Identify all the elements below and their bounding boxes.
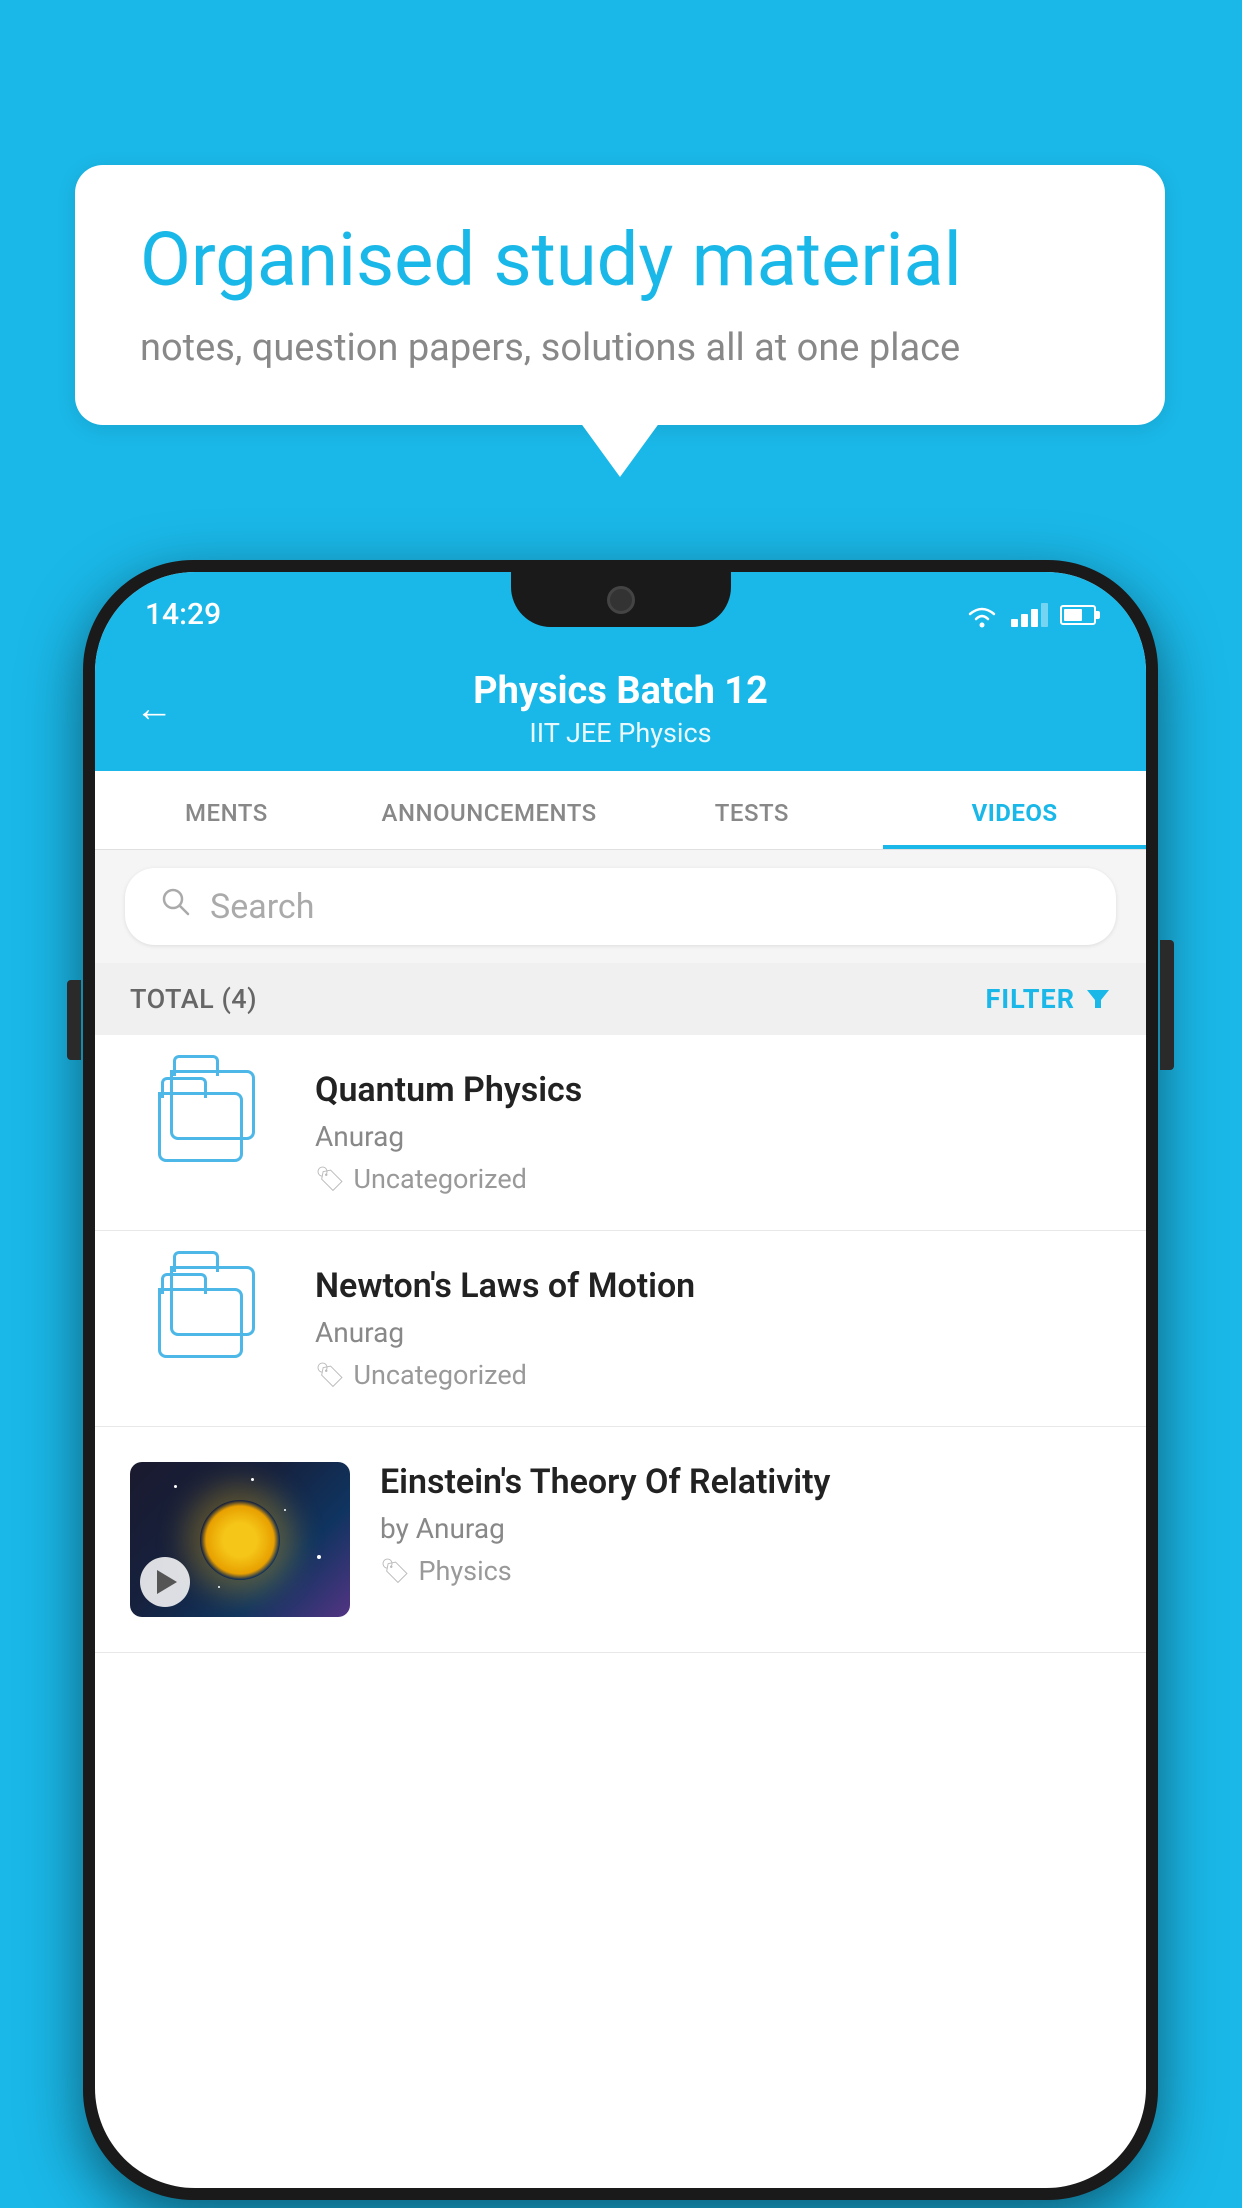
video-thumb-1 [130,1070,285,1165]
video-author: Anurag [315,1316,1111,1349]
video-title: Quantum Physics [315,1070,1111,1110]
video-author: Anurag [315,1120,1111,1153]
tag-icon: 🏷 [315,1165,345,1193]
battery-icon [1060,605,1096,625]
video-thumb-2 [130,1266,285,1361]
play-triangle-icon [157,1570,177,1594]
video-info-1: Quantum Physics Anurag 🏷 Uncategorized [315,1070,1111,1195]
video-list: Quantum Physics Anurag 🏷 Uncategorized [95,1035,1146,1653]
phone-outer: 14:29 [83,560,1158,2200]
video-title: Einstein's Theory Of Relativity [380,1462,1111,1502]
video-info-3: Einstein's Theory Of Relativity by Anura… [380,1462,1111,1587]
tab-bar: MENTS ANNOUNCEMENTS TESTS VIDEOS [95,771,1146,850]
phone-mockup: 14:29 [83,560,1158,2200]
folder-icon [158,1266,258,1361]
bubble-title: Organised study material [140,220,1100,301]
header-title: Physics Batch 12 [473,669,768,713]
list-item[interactable]: Einstein's Theory Of Relativity by Anura… [95,1427,1146,1653]
phone-inner: 14:29 [95,572,1146,2188]
filter-funnel-icon [1085,986,1111,1012]
search-container: Search [95,850,1146,963]
header-title-group: Physics Batch 12 IIT JEE Physics [473,669,768,749]
video-tag: 🏷 Uncategorized [315,1163,1111,1195]
tab-tests[interactable]: TESTS [621,771,884,849]
phone-notch [511,572,731,627]
video-tag: 🏷 Physics [380,1555,1111,1587]
video-tag: 🏷 Uncategorized [315,1359,1111,1391]
folder-icon [158,1070,258,1165]
tag-icon: 🏷 [380,1557,410,1585]
list-item[interactable]: Quantum Physics Anurag 🏷 Uncategorized [95,1035,1146,1231]
list-item[interactable]: Newton's Laws of Motion Anurag 🏷 Uncateg… [95,1231,1146,1427]
status-time: 14:29 [145,597,221,632]
play-button[interactable] [140,1557,190,1607]
search-icon [160,886,192,927]
filter-bar: TOTAL (4) FILTER [95,963,1146,1035]
bubble-subtitle: notes, question papers, solutions all at… [140,326,1100,370]
tab-announcements[interactable]: ANNOUNCEMENTS [358,771,621,849]
status-icons [965,602,1096,628]
total-count: TOTAL (4) [130,983,257,1015]
video-author: by Anurag [380,1512,1111,1545]
tag-icon: 🏷 [315,1361,345,1389]
tab-ments[interactable]: MENTS [95,771,358,849]
signal-icon [1011,603,1048,627]
filter-button[interactable]: FILTER [985,983,1111,1015]
app-header: ← Physics Batch 12 IIT JEE Physics [95,647,1146,771]
search-placeholder: Search [210,887,314,927]
header-subtitle: IIT JEE Physics [473,717,768,749]
camera [607,586,635,614]
search-bar[interactable]: Search [125,868,1116,945]
back-button[interactable]: ← [135,687,173,731]
video-thumbnail [130,1462,350,1617]
video-info-2: Newton's Laws of Motion Anurag 🏷 Uncateg… [315,1266,1111,1391]
video-title: Newton's Laws of Motion [315,1266,1111,1306]
tab-videos[interactable]: VIDEOS [883,771,1146,849]
speech-bubble: Organised study material notes, question… [75,165,1165,425]
wifi-icon [965,602,999,628]
